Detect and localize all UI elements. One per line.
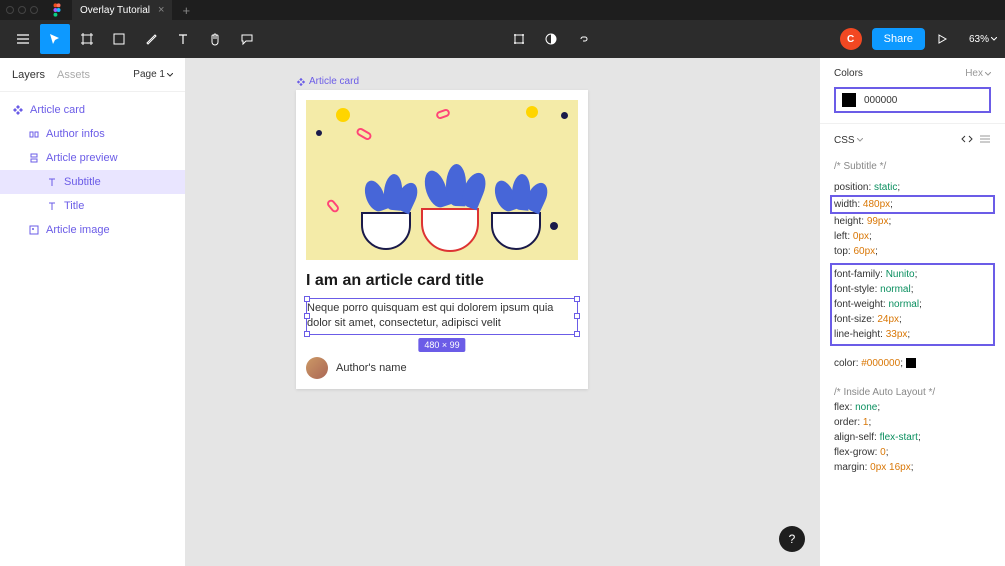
shape-tool-icon[interactable] [104,24,134,54]
layer-label: Article image [46,224,110,236]
resize-handle-icon[interactable] [304,313,310,319]
frame-icon [28,128,40,140]
author-infos: Author's name [306,357,578,379]
layer-label: Article card [30,104,85,116]
code-line: flex-grow: 0; [834,445,991,460]
close-tab-icon[interactable]: × [158,4,164,16]
move-tool-icon[interactable] [40,24,70,54]
subtitle-selection[interactable]: Neque porro quisquam est qui dolorem ips… [306,298,578,335]
layer-item-subtitle[interactable]: Subtitle [0,170,185,194]
main-toolbar: C Share 63% [0,20,1005,58]
resize-handle-icon[interactable] [304,296,310,302]
code-line: flex: none; [834,400,991,415]
article-title: I am an article card title [306,272,578,290]
code-line: top: 60px; [834,244,991,259]
resize-handle-icon[interactable] [574,313,580,319]
frame-tool-icon[interactable] [72,24,102,54]
comment-tool-icon[interactable] [232,24,262,54]
help-button[interactable]: ? [779,526,805,552]
hand-tool-icon[interactable] [200,24,230,54]
layer-item-article-preview[interactable]: Article preview [0,146,185,170]
article-subtitle: Neque porro quisquam est qui dolorem ips… [307,299,577,334]
file-tab-title: Overlay Tutorial [80,5,150,16]
inline-swatch [906,358,916,368]
avatar-letter: C [847,34,854,45]
layer-label: Subtitle [64,176,101,188]
figma-logo-icon[interactable] [48,1,66,19]
zoom-level[interactable]: 63% [969,34,997,45]
css-code-pane[interactable]: /* Subtitle */ position: static; width: … [820,147,1005,487]
layer-item-article-card[interactable]: Article card [0,98,185,122]
layer-label: Article preview [46,152,118,164]
present-icon[interactable] [927,24,957,54]
code-line: height: 99px; [834,214,991,229]
text-icon [46,176,58,188]
tab-assets[interactable]: Assets [57,69,90,81]
author-name: Author's name [336,362,407,374]
window-tabbar: Overlay Tutorial × + [0,0,1005,20]
resize-handle-icon[interactable] [574,331,580,337]
resize-handle-icon[interactable] [304,331,310,337]
pen-tool-icon[interactable] [136,24,166,54]
link-icon[interactable] [568,24,598,54]
layer-label: Author infos [46,128,105,140]
share-button[interactable]: Share [872,28,925,50]
dimension-badge: 480 × 99 [418,338,465,352]
hamburger-menu-icon[interactable] [8,24,38,54]
layer-item-author-infos[interactable]: Author infos [0,122,185,146]
layer-item-title[interactable]: Title [0,194,185,218]
code-view-icon[interactable] [961,134,973,147]
code-line: order: 1; [834,415,991,430]
color-format-selector[interactable]: Hex [965,68,991,79]
tab-layers[interactable]: Layers [12,69,45,81]
component-icon [12,104,24,116]
code-line: color: #000000; [834,356,991,371]
new-tab-button[interactable]: + [182,3,190,18]
layer-tree: Article card Author infos Article previe… [0,92,185,248]
css-section-label[interactable]: CSS [834,135,863,146]
color-swatch [842,93,856,107]
article-image [306,100,578,260]
canvas[interactable]: Article card [186,58,819,566]
highlight-box: width: 480px; [830,195,995,214]
file-tab[interactable]: Overlay Tutorial × [72,0,172,20]
code-line: position: static; [834,180,991,195]
code-comment: /* Subtitle */ [834,159,991,174]
highlight-box: font-family: Nunito; font-style: normal;… [830,263,995,346]
list-view-icon[interactable] [979,134,991,147]
author-avatar [306,357,328,379]
code-line: margin: 0px 16px; [834,460,991,475]
text-tool-icon[interactable] [168,24,198,54]
mask-icon[interactable] [536,24,566,54]
layers-panel: Layers Assets Page 1 Article card Author… [0,58,186,566]
page-selector[interactable]: Page 1 [133,69,173,80]
frame-vert-icon [28,152,40,164]
color-row[interactable]: 000000 [834,87,991,113]
resize-handle-icon[interactable] [574,296,580,302]
layer-item-article-image[interactable]: Article image [0,218,185,242]
frame-label[interactable]: Article card [296,76,359,87]
user-avatar[interactable]: C [840,28,862,50]
code-line: align-self: flex-start; [834,430,991,445]
color-hex-value: 000000 [864,95,897,106]
colors-section-label: Colors [834,68,863,79]
code-line: left: 0px; [834,229,991,244]
article-card-frame[interactable]: I am an article card title Neque porro q… [296,90,588,389]
image-icon [28,224,40,236]
inspect-panel: Colors Hex 000000 CSS /* Subtitle */ pos… [819,58,1005,566]
traffic-lights[interactable] [6,6,38,14]
text-icon [46,200,58,212]
code-comment: /* Inside Auto Layout */ [834,385,991,400]
constraints-icon[interactable] [504,24,534,54]
layer-label: Title [64,200,84,212]
